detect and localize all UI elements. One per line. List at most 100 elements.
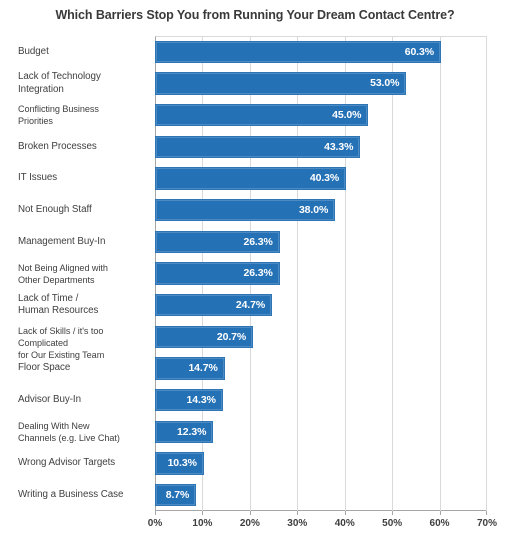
axis-tick-label: 60% (429, 518, 450, 529)
bar-value-label: 60.3% (404, 45, 434, 58)
axis-tick-mark (486, 511, 487, 515)
axis-tick-mark (344, 511, 346, 515)
axis-tick-label: 20% (239, 518, 260, 529)
category-label-line: Broken Processes (18, 140, 97, 152)
bar-value-label: 8.7% (165, 489, 190, 502)
category-label-line: Dealing With New (18, 420, 90, 431)
bar-row: 14.3% (155, 384, 487, 416)
category-label-line: Lack of Technology (18, 71, 101, 82)
category-label: Lack of Time / Human Resources (18, 293, 150, 318)
bar[interactable]: 43.3% (155, 135, 361, 158)
bar-row: 26.3% (155, 258, 487, 290)
category-axis-labels: Budget Lack of Technology Integration Confl… (0, 36, 150, 511)
category-label: Broken Processes (18, 141, 150, 154)
category-label-line: Wrong Advisor Targets (18, 457, 116, 469)
plot-area: 60.3% 53.0% 45.0% 43.3% 40.3% 38.0% 26.3% 26.3%… (155, 36, 487, 511)
bar-value-label: 14.7% (188, 362, 218, 375)
category-label-line: Lack of Time / (18, 292, 79, 304)
bar-row: 20.7% (155, 321, 487, 353)
bar-row: 60.3% (155, 36, 487, 68)
bar[interactable]: 26.3% (155, 262, 280, 285)
bar[interactable]: 12.3% (155, 420, 214, 443)
category-label: Budget (18, 46, 150, 59)
axis-tick-mark (439, 511, 441, 515)
category-label-line: for Our Existing Team (18, 349, 105, 360)
axis-tick-mark (297, 511, 299, 515)
bar-value-label: 45.0% (332, 109, 362, 122)
category-label-line: IT Issues (18, 172, 58, 184)
bar-row: 45.0% (155, 99, 487, 131)
bar[interactable]: 60.3% (155, 40, 441, 63)
bar-row: 53.0% (155, 68, 487, 100)
bar-row: 26.3% (155, 226, 487, 258)
bar-series: 60.3% 53.0% 45.0% 43.3% 40.3% 38.0% 26.3% 26.3%… (155, 36, 487, 511)
axis-tick-label: 10% (192, 518, 213, 529)
bar-value-label: 20.7% (216, 330, 247, 343)
bar-value-label: 38.0% (298, 204, 329, 217)
category-label: IT Issues (18, 172, 150, 185)
bar-value-label: 14.3% (186, 394, 216, 407)
bar-row: 38.0% (155, 194, 487, 226)
category-label-line: Advisor Buy-In (18, 393, 82, 405)
bar-value-label: 12.3% (177, 425, 207, 438)
bar[interactable]: 20.7% (155, 325, 254, 348)
axis-tick-label: 0% (147, 518, 163, 529)
axis-tick-mark (249, 511, 251, 515)
category-label-line: Lack of Skills / it's too Complicated (18, 325, 104, 348)
category-label: Conflicting Business Priorities (18, 103, 150, 127)
bar-value-label: 40.3% (309, 172, 340, 185)
bar[interactable]: 8.7% (155, 483, 197, 507)
bar-row: 24.7% (155, 289, 487, 321)
bar-value-label: 26.3% (243, 267, 273, 280)
category-label-line: Not Enough Staff (18, 203, 92, 215)
value-axis: 0% 10% 20% 30% 40% 50% 60% 70% (148, 511, 497, 537)
category-label-line: Budget (18, 45, 49, 57)
bar-row: 43.3% (155, 131, 487, 163)
bar[interactable]: 53.0% (155, 72, 407, 95)
bar[interactable]: 26.3% (155, 230, 280, 253)
bar-value-label: 53.0% (370, 77, 400, 90)
bar-row: 12.3% (155, 416, 487, 448)
category-label: Floor Space (18, 362, 150, 375)
category-label-line: Conflicting Business (18, 104, 99, 115)
category-label-line: Channels (e.g. Live Chat) (18, 432, 120, 443)
axis-tick-mark (155, 511, 156, 515)
bar-value-label: 26.3% (243, 235, 273, 248)
category-label-line: Management Buy-In (18, 235, 106, 247)
bar-row: 14.7% (155, 353, 487, 385)
bar[interactable]: 14.3% (155, 388, 223, 412)
category-label-line: Not Being Aligned with (18, 262, 108, 273)
axis-tick-label: 70% (476, 518, 498, 529)
chart-title: Which Barriers Stop You from Running You… (55, 8, 455, 22)
bar[interactable]: 10.3% (155, 452, 204, 475)
bar-row: 8.7% (155, 479, 487, 511)
category-label-line: Floor Space (18, 362, 71, 374)
category-label: Advisor Buy-In (18, 394, 150, 407)
bar-chart: Which Barriers Stop You from Running You… (0, 0, 510, 542)
bar[interactable]: 40.3% (155, 167, 347, 190)
axis-tick-mark (202, 511, 204, 515)
category-label: Lack of Skills / it's too Complicated for… (18, 325, 150, 361)
bar[interactable]: 14.7% (155, 357, 225, 380)
category-label: Not Enough Staff (18, 204, 150, 217)
bar[interactable]: 24.7% (155, 293, 273, 317)
category-label: Dealing With New Channels (e.g. Live Chat… (18, 420, 150, 444)
category-label: Wrong Advisor Targets (18, 457, 150, 470)
bar[interactable]: 38.0% (155, 198, 336, 222)
axis-tick-mark (392, 511, 394, 515)
axis-tick-label: 50% (382, 518, 403, 529)
category-label-line: Writing a Business Case (18, 488, 124, 500)
category-label: Not Being Aligned with Other Departments (18, 262, 150, 286)
bar-row: 10.3% (155, 448, 487, 480)
category-label: Lack of Technology Integration (18, 71, 150, 96)
axis-tick-label: 30% (287, 518, 308, 529)
bar-value-label: 43.3% (324, 140, 354, 153)
category-label-line: Other Departments (18, 274, 95, 285)
bar[interactable]: 45.0% (155, 103, 369, 127)
category-label-line: Priorities (18, 116, 53, 127)
bar-value-label: 24.7% (235, 299, 266, 312)
category-label-line: Human Resources (18, 305, 99, 317)
bar-row: 40.3% (155, 163, 487, 195)
bar-value-label: 10.3% (167, 457, 197, 470)
category-label: Writing a Business Case (18, 489, 150, 502)
